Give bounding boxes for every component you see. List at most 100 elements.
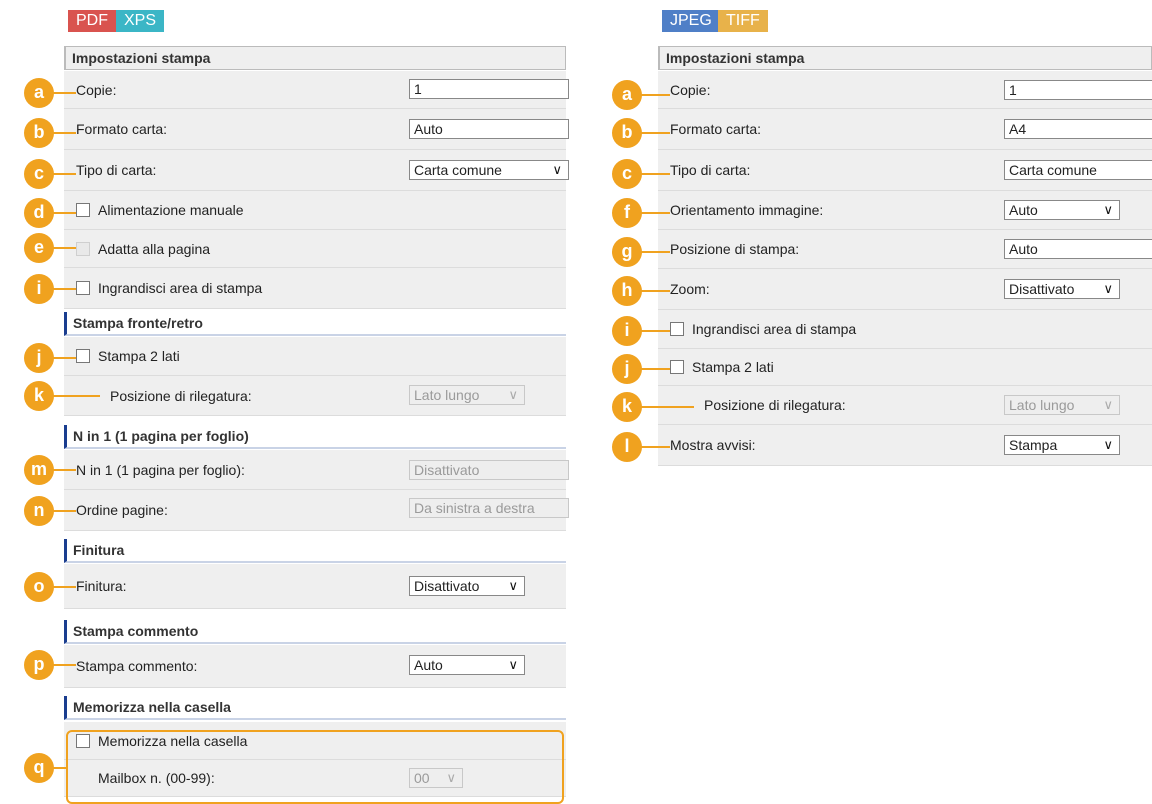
callout-badge-b: b [612, 118, 642, 148]
orientation-select[interactable]: Auto ∨ [1004, 200, 1120, 220]
row-warnings: Mostra avvisi: Stampa ∨ [658, 425, 1152, 466]
row-zoom: Zoom: Disattivato ∨ [658, 269, 1152, 310]
section-print-settings-right: Impostazioni stampa [658, 46, 1152, 70]
callout-badge-i: i [24, 274, 54, 304]
callout-badge-q: q [24, 753, 54, 783]
binding-select[interactable]: Lato lungo ∨ [1004, 395, 1120, 415]
row-page-order: Ordine pagine: Da sinistra a destra [64, 490, 569, 531]
paper-size-input[interactable]: A4 [1004, 119, 1152, 139]
callout-line [638, 212, 670, 214]
orientation-value: Auto [1009, 202, 1038, 218]
section-print-settings: Impostazioni stampa [64, 46, 566, 70]
manual-feed-checkbox[interactable] [76, 203, 90, 217]
pdf-tag: PDF [68, 10, 116, 32]
binding-value: Lato lungo [1009, 397, 1075, 413]
chevron-down-icon: ∨ [508, 657, 518, 672]
print-position-value: Auto [1009, 241, 1038, 257]
finishing-select[interactable]: Disattivato ∨ [409, 576, 525, 596]
chevron-down-icon: ∨ [1103, 437, 1113, 452]
row-enlarge-area: Ingrandisci area di stampa [64, 268, 566, 309]
page-order-select[interactable]: Da sinistra a destra [409, 498, 569, 518]
row-manual-feed: Alimentazione manuale [64, 191, 566, 230]
zoom-value: Disattivato [1009, 281, 1075, 297]
binding-select[interactable]: Lato lungo ∨ [409, 385, 525, 405]
binding-label: Posizione di rilegatura: [704, 397, 846, 413]
section-duplex: Stampa fronte/retro [64, 312, 566, 336]
zoom-select[interactable]: Disattivato ∨ [1004, 279, 1120, 299]
callout-badge-l: l [612, 432, 642, 462]
paper-size-label: Formato carta: [670, 121, 762, 137]
callout-badge-i: i [612, 316, 642, 346]
callout-badge-n: n [24, 496, 54, 526]
paper-type-select[interactable]: Carta comune ∨ [409, 160, 569, 180]
chevron-down-icon: ∨ [1103, 397, 1113, 412]
callout-badge-j: j [612, 354, 642, 384]
callout-badge-c: c [24, 159, 54, 189]
finishing-value: Disattivato [414, 578, 480, 594]
row-two-sided-right: Stampa 2 lati [658, 349, 1152, 386]
callout-line [638, 406, 694, 408]
section-n-in-1: N in 1 (1 pagina per foglio) [64, 425, 566, 449]
row-binding-right: Posizione di rilegatura: Lato lungo ∨ [658, 386, 1152, 425]
callout-line [638, 290, 670, 292]
print-position-label: Posizione di stampa: [670, 241, 800, 257]
row-binding: Posizione di rilegatura: Lato lungo ∨ [64, 376, 566, 416]
warnings-select[interactable]: Stampa ∨ [1004, 435, 1120, 455]
fit-page-checkbox[interactable] [76, 241, 90, 256]
two-sided-checkbox[interactable] [670, 360, 684, 374]
copies-input[interactable]: 1 [1004, 80, 1152, 100]
callout-badge-f: f [612, 198, 642, 228]
print-position-select[interactable]: Auto [1004, 239, 1152, 259]
callout-line [638, 94, 670, 96]
callout-line [638, 132, 670, 134]
enlarge-area-checkbox[interactable] [76, 281, 90, 295]
row-enlarge-area-right: Ingrandisci area di stampa [658, 310, 1152, 349]
comment-value: Auto [414, 657, 443, 673]
comment-select[interactable]: Auto ∨ [409, 655, 525, 675]
row-paper-size: Formato carta: Auto [64, 109, 569, 150]
callout-badge-j: j [24, 343, 54, 373]
callout-badge-d: d [24, 198, 54, 228]
binding-label: Posizione di rilegatura: [110, 387, 252, 404]
row-two-sided: Stampa 2 lati [64, 337, 566, 376]
callout-line [638, 173, 670, 175]
callout-badge-a: a [24, 78, 54, 108]
warnings-value: Stampa [1009, 437, 1058, 453]
mailbox-highlight-frame [66, 730, 564, 804]
callout-badge-b: b [24, 118, 54, 148]
paper-type-value: Carta comune [414, 162, 502, 178]
enlarge-area-label: Ingrandisci area di stampa [98, 280, 263, 296]
copies-input[interactable]: 1 [409, 79, 569, 99]
zoom-label: Zoom: [670, 281, 710, 297]
callout-badge-e: e [24, 233, 54, 263]
callout-badge-k: k [24, 381, 54, 411]
row-finishing: Finitura: Disattivato ∨ [64, 564, 566, 609]
row-n-in-1: N in 1 (1 pagina per foglio): Disattivat… [64, 450, 569, 490]
paper-type-label: Tipo di carta: [76, 162, 157, 178]
copies-label: Copie: [76, 81, 117, 98]
paper-type-select[interactable]: Carta comune [1004, 160, 1152, 180]
orientation-label: Orientamento immagine: [670, 202, 824, 218]
paper-type-value: Carta comune [1009, 162, 1097, 178]
row-copies-right: Copie: 1 [658, 71, 1152, 109]
section-comment: Stampa commento [64, 620, 566, 644]
enlarge-area-label: Ingrandisci area di stampa [692, 321, 857, 337]
row-paper-type: Tipo di carta: Carta comune ∨ [64, 150, 569, 191]
left-settings-panel: Impostazioni stampa Copie: 1 Formato car… [64, 46, 569, 804]
callout-line [638, 330, 670, 332]
row-comment: Stampa commento: Auto ∨ [64, 645, 566, 688]
comment-label: Stampa commento: [76, 658, 198, 674]
copies-label: Copie: [670, 81, 711, 98]
callout-badge-k: k [612, 392, 642, 422]
callout-badge-m: m [24, 455, 54, 485]
jpeg-tag: JPEG [662, 10, 720, 32]
two-sided-checkbox[interactable] [76, 349, 90, 363]
n-in-1-select[interactable]: Disattivato [409, 460, 569, 480]
section-mailbox: Memorizza nella casella [64, 696, 566, 720]
paper-size-input[interactable]: Auto [409, 119, 569, 139]
page-order-label: Ordine pagine: [76, 502, 168, 518]
callout-line [638, 251, 670, 253]
enlarge-area-checkbox[interactable] [670, 322, 684, 336]
chevron-down-icon: ∨ [552, 162, 562, 177]
row-orientation: Orientamento immagine: Auto ∨ [658, 191, 1152, 230]
